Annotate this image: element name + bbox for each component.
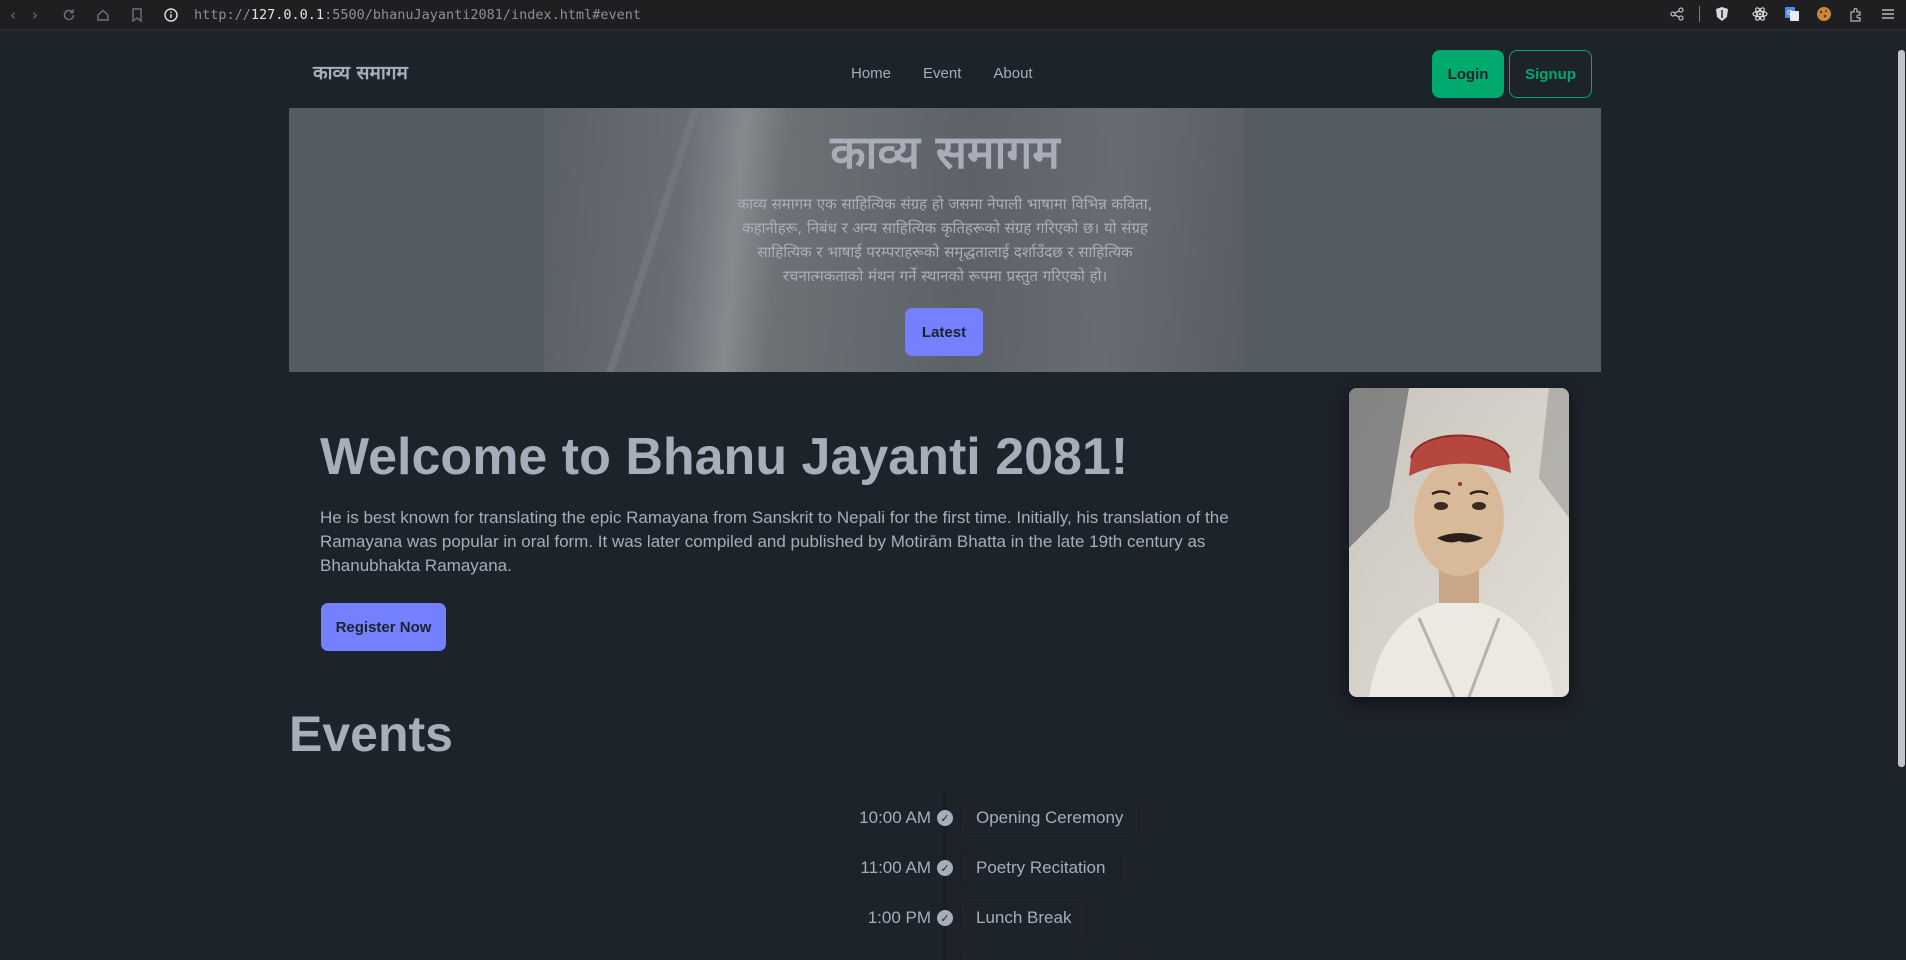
react-devtools-icon[interactable] <box>1750 4 1770 24</box>
hero-description: काव्य समागम एक साहित्यिक संग्रह हो जसमा … <box>737 195 1153 285</box>
brave-shield-icon[interactable] <box>1712 4 1732 24</box>
register-now-button[interactable]: Register Now <box>321 603 446 651</box>
scrollbar-thumb[interactable] <box>1898 50 1905 767</box>
latest-button[interactable]: Latest <box>905 308 983 356</box>
timeline-item: 1:00 PM ✓ Lunch Break <box>0 898 1906 938</box>
url-path: :5500/bhanuJayanti2081/index.html#event <box>324 6 642 23</box>
event-name: Lunch Break <box>960 898 1088 938</box>
timeline-item: 10:00 AM ✓ Opening Ceremony <box>0 798 1906 838</box>
url-scheme: http:// <box>194 6 251 23</box>
nav-link-home[interactable]: Home <box>851 65 891 82</box>
nav-link-event[interactable]: Event <box>923 65 961 82</box>
extensions-puzzle-icon[interactable] <box>1846 4 1866 24</box>
bhanubhakta-portrait <box>1349 388 1569 697</box>
svg-text:G: G <box>1787 9 1792 17</box>
site-info-icon[interactable] <box>160 4 182 26</box>
translate-icon[interactable]: G <box>1782 4 1802 24</box>
hero-banner: काव्य समागम काव्य समागम एक साहित्यिक संग… <box>289 108 1601 372</box>
nav-link-about[interactable]: About <box>993 65 1032 82</box>
toolbar-divider <box>1699 6 1700 22</box>
browser-toolbar: ‹ › http://127.0.0.1:5500/bhanuJayanti20… <box>0 0 1906 31</box>
signup-button[interactable]: Signup <box>1509 50 1592 98</box>
nav-links: Home Event About <box>851 65 1033 82</box>
event-time: 1:00 PM <box>867 908 931 927</box>
event-name: Poetry Recitation <box>960 848 1122 888</box>
check-circle-icon: ✓ <box>937 810 953 826</box>
back-icon[interactable]: ‹ <box>2 4 24 26</box>
check-circle-icon: ✓ <box>937 860 953 876</box>
address-bar[interactable]: http://127.0.0.1:5500/bhanuJayanti2081/i… <box>194 7 641 23</box>
welcome-title: Welcome to Bhanu Jayanti 2081! <box>320 428 1129 486</box>
timeline-item-partial <box>0 948 1906 960</box>
url-host: 127.0.0.1 <box>250 6 325 23</box>
event-time: 11:00 AM <box>860 858 931 877</box>
hero-title: काव्य समागम <box>830 125 1060 179</box>
cookie-icon[interactable] <box>1814 4 1834 24</box>
forward-icon[interactable]: › <box>24 4 46 26</box>
events-section-title: Events <box>289 706 453 762</box>
login-button[interactable]: Login <box>1432 50 1504 98</box>
welcome-text: He is best known for translating the epi… <box>320 508 1229 575</box>
site-navbar: काव्य समागम Home Event About Login Signu… <box>289 33 1601 108</box>
menu-icon[interactable] <box>1878 4 1898 24</box>
event-time: 10:00 AM <box>859 808 931 827</box>
browser-extensions: G <box>1667 4 1898 24</box>
check-circle-icon: ✓ <box>937 910 953 926</box>
timeline-item: 11:00 AM ✓ Poetry Recitation <box>0 848 1906 888</box>
reload-icon[interactable] <box>58 4 80 26</box>
bookmark-icon[interactable] <box>126 4 148 26</box>
site-brand[interactable]: काव्य समागम <box>313 59 408 85</box>
event-name: Opening Ceremony <box>960 798 1140 838</box>
share-icon[interactable] <box>1667 4 1687 24</box>
event-name-clipped <box>960 948 1135 960</box>
home-icon[interactable] <box>92 4 114 26</box>
